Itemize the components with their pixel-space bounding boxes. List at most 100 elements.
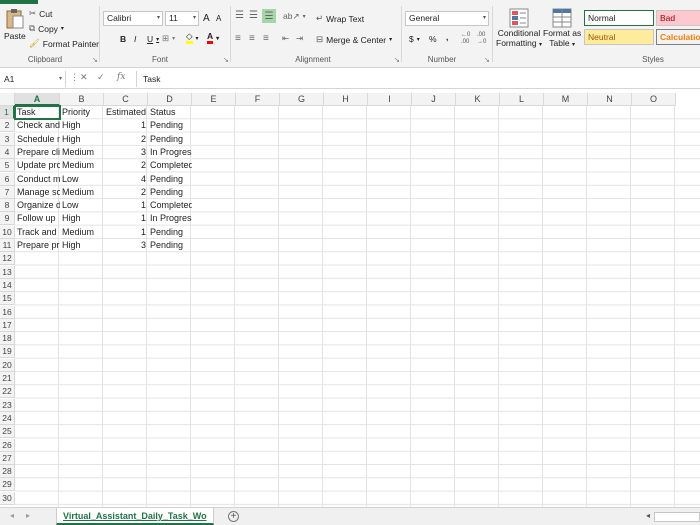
row-header-4[interactable]: 4 — [0, 145, 15, 159]
font-name-dropdown[interactable]: Calibri ▾ — [103, 11, 163, 26]
cut-button[interactable]: ✂ Cut — [29, 8, 52, 19]
format-painter-button[interactable]: 🖌 Format Painter — [29, 38, 99, 49]
formula-input[interactable]: Task — [136, 71, 700, 87]
cancel-icon[interactable]: ✕ — [80, 72, 88, 83]
table-cell[interactable]: Pending — [148, 239, 192, 252]
row-header-11[interactable]: 11 — [0, 239, 15, 252]
row-header-27[interactable]: 27 — [0, 451, 15, 465]
table-cell[interactable]: Manage so — [15, 186, 60, 199]
middle-align-button[interactable]: ☰ — [249, 10, 258, 21]
decrease-indent-button[interactable]: ⇤ — [282, 33, 289, 44]
percent-button[interactable]: % — [429, 34, 437, 44]
row-header-24[interactable]: 24 — [0, 411, 15, 425]
table-cell[interactable]: Pending — [148, 119, 192, 132]
scroll-right-icon[interactable]: ▸ — [26, 511, 30, 520]
grow-font-button[interactable]: A — [203, 13, 210, 24]
header-cell[interactable]: Priority — [60, 106, 104, 119]
column-header-f[interactable]: F — [236, 93, 280, 106]
format-as-table-button[interactable]: Format as Table ▾ — [543, 8, 581, 50]
row-header-12[interactable]: 12 — [0, 252, 15, 266]
table-cell[interactable]: High — [60, 239, 104, 252]
increase-indent-button[interactable]: ⇥ — [296, 33, 303, 44]
table-cell[interactable]: Organize d — [15, 199, 60, 212]
align-left-button[interactable]: ≡ — [235, 33, 241, 44]
row-header-30[interactable]: 30 — [0, 491, 15, 505]
row-header-23[interactable]: 23 — [0, 398, 15, 412]
horizontal-scrollbar[interactable] — [654, 512, 700, 522]
row-header-22[interactable]: 22 — [0, 385, 15, 399]
column-header-n[interactable]: N — [588, 93, 632, 106]
row-header-21[interactable]: 21 — [0, 372, 15, 385]
underline-button[interactable]: U ▾ — [147, 34, 159, 44]
align-center-button[interactable]: ≡ — [249, 33, 255, 44]
row-header-14[interactable]: 14 — [0, 278, 15, 292]
table-cell[interactable]: Check and — [15, 119, 60, 132]
table-cell[interactable]: Pending — [148, 226, 192, 239]
copy-button[interactable]: ⧉ Copy ▾ — [29, 23, 64, 34]
row-header-20[interactable]: 20 — [0, 358, 15, 372]
table-cell[interactable]: 1 — [104, 212, 148, 225]
comma-button[interactable]: , — [446, 32, 448, 42]
style-normal[interactable]: Normal — [584, 10, 654, 26]
row-header-13[interactable]: 13 — [0, 265, 15, 279]
table-cell[interactable]: In Progress — [148, 212, 192, 225]
table-cell[interactable]: 2 — [104, 186, 148, 199]
table-cell[interactable]: 1 — [104, 199, 148, 212]
table-cell[interactable]: 1 — [104, 119, 148, 132]
table-cell[interactable]: Low — [60, 173, 104, 186]
scroll-left-icon[interactable]: ◂ — [10, 511, 14, 520]
conditional-formatting-button[interactable]: Conditional Formatting ▾ — [496, 8, 542, 50]
table-cell[interactable]: Pending — [148, 186, 192, 199]
table-cell[interactable]: 2 — [104, 159, 148, 172]
table-cell[interactable]: Track and — [15, 226, 60, 239]
row-header-26[interactable]: 26 — [0, 438, 15, 452]
table-cell[interactable]: Pending — [148, 173, 192, 186]
table-cell[interactable]: 3 — [104, 146, 148, 159]
row-header-29[interactable]: 29 — [0, 478, 15, 492]
column-header-g[interactable]: G — [280, 93, 324, 106]
merge-center-button[interactable]: ⊟ Merge & Center ▾ — [316, 34, 392, 45]
header-cell[interactable]: Estimated — [104, 106, 148, 119]
row-header-28[interactable]: 28 — [0, 465, 15, 479]
row-header-17[interactable]: 17 — [0, 318, 15, 332]
row-header-8[interactable]: 8 — [0, 199, 15, 213]
shrink-font-button[interactable]: A — [216, 14, 221, 23]
column-header-l[interactable]: L — [500, 93, 544, 106]
hscroll-left-icon[interactable]: ◂ — [646, 511, 650, 520]
table-cell[interactable]: Prepare pr — [15, 239, 60, 252]
table-cell[interactable]: 2 — [104, 133, 148, 146]
column-header-i[interactable]: I — [368, 93, 412, 106]
row-header-7[interactable]: 7 — [0, 185, 15, 199]
column-header-c[interactable]: C — [104, 93, 148, 106]
column-header-e[interactable]: E — [192, 93, 236, 106]
wrap-text-button[interactable]: ↵ Wrap Text — [316, 13, 364, 24]
header-cell[interactable]: Status — [148, 106, 192, 119]
table-cell[interactable]: Completed — [148, 159, 192, 172]
row-header-25[interactable]: 25 — [0, 425, 15, 439]
column-header-h[interactable]: H — [324, 93, 368, 106]
row-header-10[interactable]: 10 — [0, 225, 15, 239]
number-launcher-icon[interactable]: ↘ — [484, 56, 490, 64]
row-header-6[interactable]: 6 — [0, 172, 15, 186]
fill-color-button[interactable]: ◇ ▾ — [186, 32, 199, 44]
row-header-18[interactable]: 18 — [0, 332, 15, 346]
column-header-k[interactable]: K — [456, 93, 500, 106]
row-header-19[interactable]: 19 — [0, 345, 15, 359]
table-cell[interactable]: Medium — [60, 146, 104, 159]
bottom-align-button[interactable]: ☰ — [262, 9, 276, 23]
clipboard-launcher-icon[interactable]: ↘ — [92, 56, 98, 64]
align-right-button[interactable]: ≡ — [263, 33, 269, 44]
table-cell[interactable]: Prepare cli — [15, 146, 60, 159]
font-color-button[interactable]: A ▾ — [207, 32, 219, 44]
decrease-decimal-button[interactable]: .00 →0 — [477, 32, 486, 46]
table-cell[interactable]: High — [60, 133, 104, 146]
currency-button[interactable]: $ ▾ — [409, 34, 420, 44]
table-cell[interactable]: Update pro — [15, 159, 60, 172]
sheet-tab[interactable]: Virtual_Assistant_Daily_Task_Wo — [56, 508, 214, 525]
column-header-j[interactable]: J — [412, 93, 456, 106]
add-sheet-icon[interactable]: + — [228, 511, 239, 522]
table-cell[interactable]: Conduct m — [15, 173, 60, 186]
number-format-dropdown[interactable]: General ▾ — [405, 11, 489, 26]
column-header-d[interactable]: D — [148, 93, 192, 106]
orientation-button[interactable]: ab↗ ▾ — [283, 11, 306, 22]
